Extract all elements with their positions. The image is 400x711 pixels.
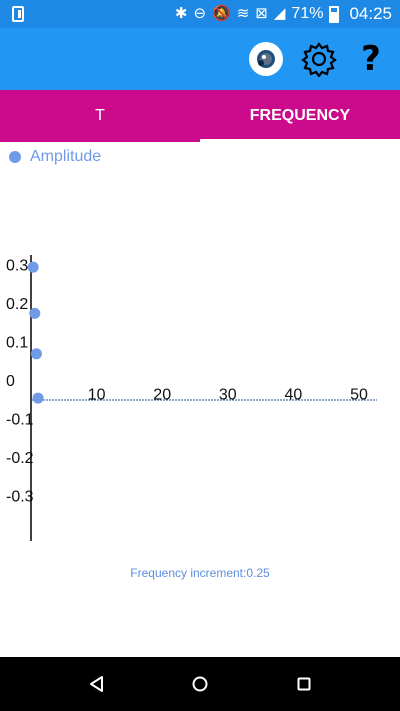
gear-icon <box>301 42 337 77</box>
back-icon <box>90 676 103 692</box>
wifi-icon: ≋ <box>236 5 250 22</box>
y-tick-label: 0.3 <box>6 258 28 275</box>
recent-apps-button[interactable] <box>291 671 317 697</box>
eye-button[interactable] <box>247 40 285 78</box>
y-tick-label: -0.3 <box>6 489 34 506</box>
x-tick-labels: 10 20 30 40 50 <box>88 387 368 404</box>
x-tick-label: 30 <box>219 387 237 404</box>
help-button[interactable]: ? <box>352 40 390 78</box>
tab-frequency-label: FREQUENCY <box>249 107 351 124</box>
frequency-increment-label: Frequency increment:0.25 <box>130 566 270 580</box>
x-tick-label: 50 <box>350 387 368 404</box>
app-bar: ? <box>0 28 400 90</box>
battery-level: 71% <box>291 5 324 22</box>
data-point <box>30 348 42 360</box>
y-tick-label: -0.1 <box>6 412 34 429</box>
data-point <box>32 392 44 404</box>
do-not-disturb-icon: ⊖ <box>193 5 207 22</box>
y-tick-labels: 0.3 0.2 0.1 0 -0.1 -0.2 -0.3 <box>6 258 34 506</box>
tab-t[interactable]: T <box>0 90 200 142</box>
x-tick-label: 10 <box>88 387 106 404</box>
back-button[interactable] <box>83 671 109 697</box>
y-tick-label: 0.2 <box>6 296 28 313</box>
x-tick-label: 20 <box>153 387 171 404</box>
help-icon: ? <box>361 39 381 79</box>
data-points <box>27 261 44 404</box>
y-tick-label: 0 <box>6 373 15 390</box>
legend-label: Amplitude <box>30 148 102 165</box>
tab-frequency[interactable]: FREQUENCY <box>200 90 400 142</box>
battery-icon <box>329 5 340 23</box>
legend-marker <box>9 151 21 163</box>
notifications-off-icon: 🔕 <box>212 5 231 22</box>
status-bar: ✱ ⊖ 🔕 ≋ ⊠ ◢ 71% 04:25 <box>0 0 400 28</box>
clock: 04:25 <box>349 4 392 23</box>
eye-icon <box>249 42 283 76</box>
data-point <box>29 307 41 319</box>
cell-signal-icon: ◢ <box>273 5 286 22</box>
x-tick-label: 40 <box>285 387 303 404</box>
sim-icon <box>12 6 24 22</box>
status-icons: ✱ ⊖ 🔕 ≋ ⊠ ◢ 71% 04:25 <box>175 0 392 28</box>
home-button[interactable] <box>187 671 213 697</box>
no-signal-icon: ⊠ <box>255 5 268 22</box>
recent-apps-icon <box>297 677 311 691</box>
navigation-bar <box>0 657 400 711</box>
chart-legend: Amplitude <box>9 148 101 166</box>
home-icon <box>192 676 208 692</box>
data-point <box>27 261 39 273</box>
y-tick-label: 0.1 <box>6 335 28 352</box>
y-tick-label: -0.2 <box>6 450 34 467</box>
bluetooth-icon: ✱ <box>174 5 188 22</box>
frequency-chart[interactable]: 0.3 0.2 0.1 0 -0.1 -0.2 -0.3 10 20 30 40 50 <box>0 165 400 550</box>
tab-bar: T FREQUENCY <box>0 90 400 142</box>
settings-button[interactable] <box>300 40 338 78</box>
tab-t-label: T <box>95 107 105 124</box>
